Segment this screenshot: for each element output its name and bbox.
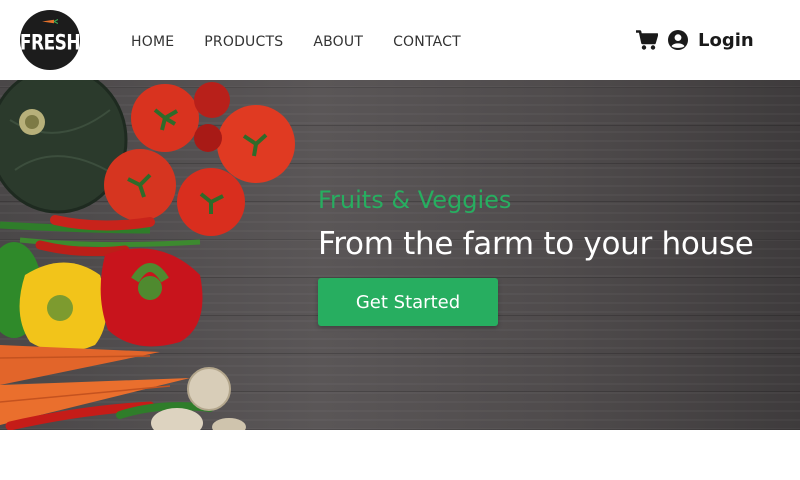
site-header: FRESH HOME PRODUCTS ABOUT CONTACT Login: [0, 0, 800, 80]
nav-item-products[interactable]: PRODUCTS: [204, 34, 283, 54]
nav-item-home[interactable]: HOME: [131, 34, 174, 54]
logo-text: FRESH: [20, 30, 80, 56]
hero-banner: Fruits & Veggies From the farm to your h…: [0, 80, 800, 430]
carrot-icon: [42, 19, 58, 24]
get-started-button[interactable]: Get Started: [318, 278, 498, 326]
hero-subtitle: Fruits & Veggies: [318, 186, 512, 214]
brand-logo[interactable]: FRESH: [20, 10, 80, 70]
header-actions: Login: [636, 28, 754, 52]
nav-item-contact[interactable]: CONTACT: [393, 34, 461, 54]
login-link[interactable]: Login: [698, 30, 754, 51]
hero-title: From the farm to your house: [318, 226, 754, 262]
main-nav: HOME PRODUCTS ABOUT CONTACT: [131, 34, 491, 54]
user-circle-icon[interactable]: [668, 30, 688, 50]
vegetables-image: [0, 80, 295, 430]
nav-item-about[interactable]: ABOUT: [313, 34, 363, 54]
shopping-cart-icon[interactable]: [636, 30, 658, 50]
